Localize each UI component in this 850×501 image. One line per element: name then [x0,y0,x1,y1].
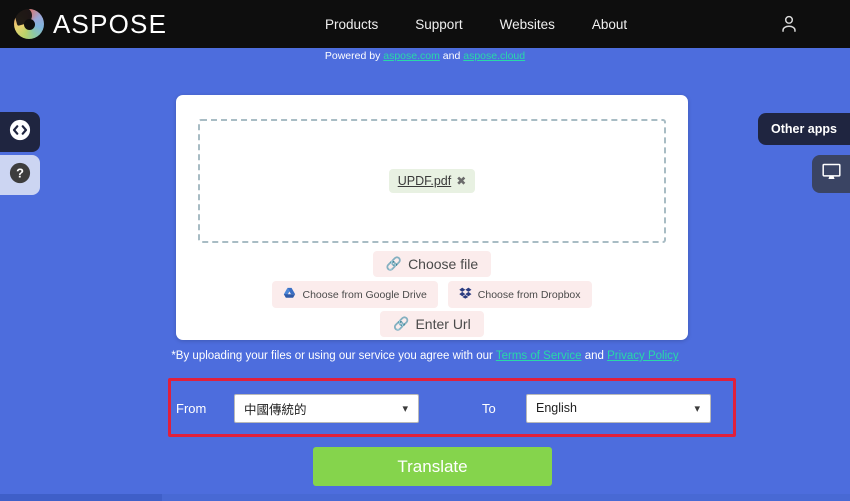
help-panel-tab[interactable]: ? [0,155,40,195]
terms-disclaimer: *By uploading your files or using our se… [0,350,850,362]
question-mark-icon: ? [9,162,31,189]
chevron-down-icon: ▾ [402,402,408,415]
choose-file-label: Choose file [408,256,479,272]
paperclip-icon: 🔗 [393,316,410,331]
language-selection-row: From 中國傳統的 ▾ To English ▾ [176,392,728,424]
powered-by-middle: and [439,50,464,62]
nav-item-websites[interactable]: Websites [500,17,555,32]
aspose-cloud-link[interactable]: aspose.cloud [463,50,525,62]
to-label: To [482,400,496,416]
aspose-swirl-logo-icon [14,9,44,39]
choose-file-row: 🔗 Choose file [176,251,688,277]
horizontal-scrollbar[interactable] [0,494,850,501]
code-panel-tab[interactable] [0,112,40,152]
choose-file-button[interactable]: 🔗 Choose file [372,251,492,277]
powered-by-prefix: Powered by [324,50,384,62]
enter-url-label: Enter Url [415,316,471,332]
translate-button[interactable]: Translate [313,447,552,486]
choose-from-google-drive-button[interactable]: Choose from Google Drive [272,281,438,308]
powered-by-text: Powered by aspose.com and aspose.cloud [0,50,850,62]
enter-url-row: 🔗 Enter Url [176,311,688,337]
to-language-select[interactable]: English ▾ [526,393,711,423]
file-dropzone[interactable]: UPDF.pdf ✖ [198,119,666,243]
uploaded-file-name[interactable]: UPDF.pdf [398,174,452,188]
other-apps-tab[interactable]: Other apps [758,113,850,145]
paperclip-icon: 🔗 [385,256,403,271]
dropbox-label: Choose from Dropbox [477,288,581,301]
terms-and: and [581,350,608,362]
nav-item-support[interactable]: Support [415,17,462,32]
chevron-down-icon: ▾ [694,402,700,415]
code-brackets-icon [9,119,31,146]
scrollbar-thumb[interactable] [0,494,162,501]
top-navigation-bar: ASPOSE Products Support Websites About [0,0,850,48]
uploaded-file-chip: UPDF.pdf ✖ [388,169,476,193]
brand-logo[interactable]: ASPOSE [14,9,167,40]
to-language-value: English [536,401,577,415]
svg-text:?: ? [16,165,24,180]
dropbox-icon [459,287,472,302]
terms-text: *By uploading your files or using our se… [171,350,496,362]
monitor-icon [821,161,842,187]
from-language-value: 中國傳統的 [244,402,307,417]
enter-url-button[interactable]: 🔗 Enter Url [380,311,484,337]
aspose-com-link[interactable]: aspose.com [383,50,440,62]
main-nav-menu: Products Support Websites About [325,0,627,48]
google-drive-label: Choose from Google Drive [302,288,427,301]
privacy-policy-link[interactable]: Privacy Policy [607,350,679,362]
google-drive-icon [283,287,296,302]
cloud-source-row: Choose from Google Drive Choose from Dro… [176,281,688,308]
nav-item-about[interactable]: About [592,17,627,32]
choose-from-dropbox-button[interactable]: Choose from Dropbox [447,281,592,308]
user-account-button[interactable] [778,13,800,35]
desktop-app-tab[interactable] [812,155,850,193]
upload-card: UPDF.pdf ✖ 🔗 Choose file Choose from Goo… [176,95,688,340]
nav-item-products[interactable]: Products [325,17,378,32]
close-icon[interactable]: ✖ [456,174,466,188]
from-label: From [176,400,207,416]
from-language-select[interactable]: 中國傳統的 ▾ [234,393,419,423]
terms-of-service-link[interactable]: Terms of Service [496,350,582,362]
brand-name: ASPOSE [53,8,168,39]
